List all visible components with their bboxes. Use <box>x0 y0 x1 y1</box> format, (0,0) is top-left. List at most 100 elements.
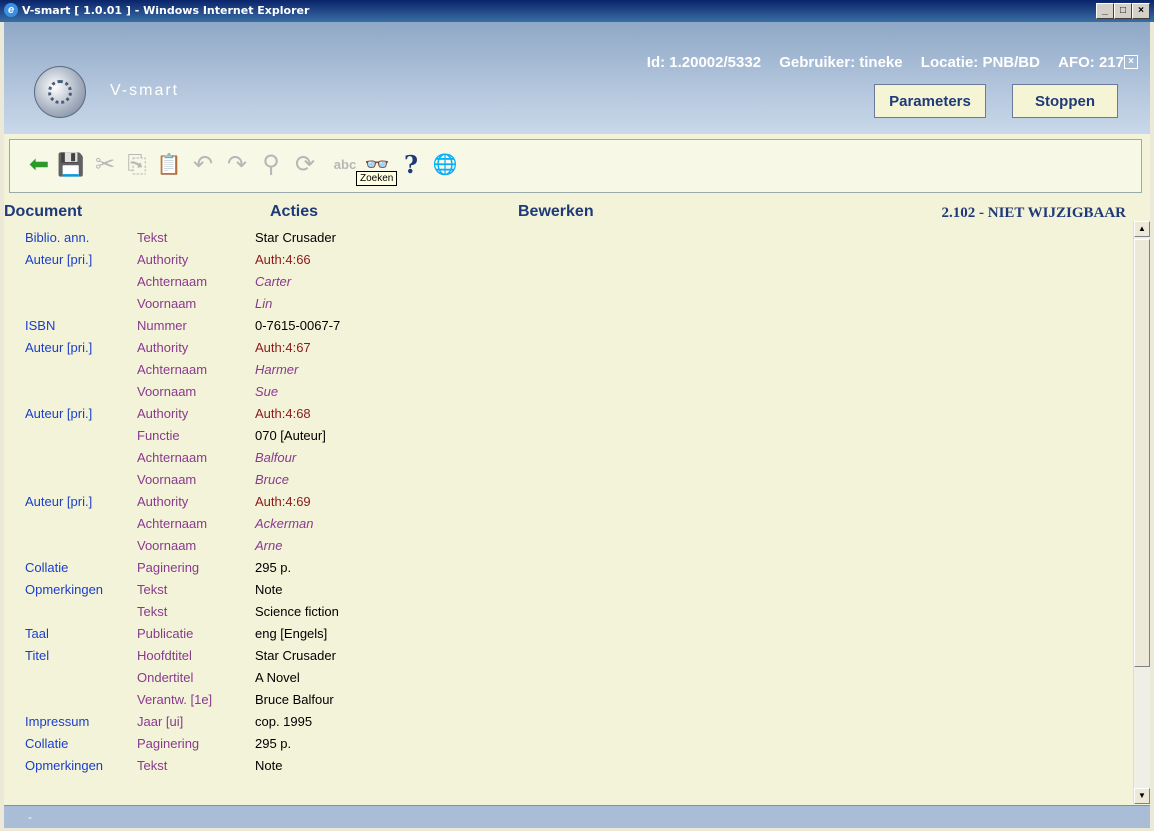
close-icon[interactable]: × <box>1124 55 1138 69</box>
subfield-name: Tekst <box>137 604 168 619</box>
field-value: Ackerman <box>255 516 314 531</box>
field-value[interactable]: Auth:4:68 <box>255 406 311 421</box>
field-name[interactable]: Opmerkingen <box>25 582 103 597</box>
subfield-name: Tekst <box>137 230 168 245</box>
column-edit[interactable]: Bewerken <box>518 203 594 221</box>
record-content: Biblio. ann. Tekst Star Crusader Auteur [pr… <box>4 224 1132 804</box>
binoculars-icon[interactable]: ⚲ <box>256 150 286 180</box>
field-name[interactable]: Biblio. ann. <box>25 230 89 245</box>
ie-icon: e <box>4 3 18 17</box>
paste-icon[interactable]: 📋 <box>154 150 184 180</box>
field-value: Balfour <box>255 450 297 465</box>
table-row[interactable]: Auteur [pri.] Authority Auth:4:68 <box>4 402 1132 424</box>
field-name[interactable]: Impressum <box>25 714 89 729</box>
app-frame: V-smart Id: 1.20002/5332 Gebruiker: tine… <box>4 22 1150 828</box>
location-info: Locatie: PNB/BD <box>920 54 1040 71</box>
field-value: Carter <box>255 274 292 289</box>
table-row[interactable]: Voornaam Lin <box>4 292 1132 314</box>
user-info: Gebruiker: tineke <box>779 54 903 71</box>
table-row[interactable]: Biblio. ann. Tekst Star Crusader <box>4 226 1132 248</box>
field-name[interactable]: Auteur [pri.] <box>25 340 92 355</box>
status-text: - <box>28 810 32 824</box>
help-icon[interactable]: ? <box>396 150 426 180</box>
table-row[interactable]: Achternaam Carter <box>4 270 1132 292</box>
field-name[interactable]: Auteur [pri.] <box>25 406 92 421</box>
subfield-name: Achternaam <box>137 274 208 289</box>
refresh-icon[interactable]: ⟳ <box>290 150 320 180</box>
field-value: Lin <box>255 296 273 311</box>
table-row[interactable]: Opmerkingen Tekst Note <box>4 754 1132 776</box>
tooltip: Zoeken <box>356 171 398 186</box>
table-row[interactable]: ISBN Nummer 0-7615-0067-7 <box>4 314 1132 336</box>
field-name[interactable]: Titel <box>25 648 49 663</box>
field-value: Harmer <box>255 362 299 377</box>
table-row[interactable]: Tekst Science fiction <box>4 600 1132 622</box>
status-label: 2.102 - NIET WIJZIGBAAR <box>941 205 1126 221</box>
search-globe-icon[interactable]: 🌐 <box>430 150 460 180</box>
field-value: A Novel <box>255 670 300 685</box>
field-name[interactable]: Taal <box>25 626 49 641</box>
subfield-name: Functie <box>137 428 180 443</box>
subfield-name: Verantw. [1e] <box>137 692 213 707</box>
close-window-button[interactable]: × <box>1132 3 1150 19</box>
subfield-name: Hoofdtitel <box>137 648 192 663</box>
stop-button[interactable]: Stoppen <box>1012 84 1118 118</box>
table-row[interactable]: Achternaam Ackerman <box>4 512 1132 534</box>
save-icon[interactable]: 💾 <box>56 150 86 180</box>
maximize-button[interactable]: □ <box>1114 3 1132 19</box>
table-row[interactable]: Auteur [pri.] Authority Auth:4:66 <box>4 248 1132 270</box>
column-document[interactable]: Document <box>4 203 82 221</box>
subfield-name: Tekst <box>137 582 168 597</box>
scroll-down-icon[interactable]: ▼ <box>1134 788 1150 804</box>
back-arrow-icon[interactable]: ⬅ <box>24 150 54 180</box>
column-actions[interactable]: Acties <box>270 203 318 221</box>
field-name[interactable]: Auteur [pri.] <box>25 494 92 509</box>
field-name[interactable]: Auteur [pri.] <box>25 252 92 267</box>
table-row[interactable]: Voornaam Arne <box>4 534 1132 556</box>
cut-icon[interactable]: ✂ <box>90 150 120 180</box>
vertical-scrollbar[interactable]: ▲ ▼ <box>1133 221 1150 804</box>
subfield-name: Achternaam <box>137 516 208 531</box>
field-name[interactable]: Collatie <box>25 560 68 575</box>
field-name[interactable]: Opmerkingen <box>25 758 103 773</box>
table-row[interactable]: Voornaam Bruce <box>4 468 1132 490</box>
table-row[interactable]: Titel Hoofdtitel Star Crusader <box>4 644 1132 666</box>
field-value: Star Crusader <box>255 230 336 245</box>
table-row[interactable]: Impressum Jaar [ui] cop. 1995 <box>4 710 1132 732</box>
subfield-name: Achternaam <box>137 450 208 465</box>
parameters-button[interactable]: Parameters <box>874 84 986 118</box>
subfield-name: Voornaam <box>137 538 197 553</box>
field-value[interactable]: Auth:4:66 <box>255 252 311 267</box>
table-row[interactable]: Functie 070 [Auteur] <box>4 424 1132 446</box>
table-row[interactable]: Taal Publicatie eng [Engels] <box>4 622 1132 644</box>
table-row[interactable]: Auteur [pri.] Authority Auth:4:69 <box>4 490 1132 512</box>
scroll-up-icon[interactable]: ▲ <box>1134 221 1150 237</box>
scroll-thumb[interactable] <box>1134 239 1150 667</box>
field-name[interactable]: Collatie <box>25 736 68 751</box>
subfield-name: Achternaam <box>137 362 208 377</box>
table-row[interactable]: Opmerkingen Tekst Note <box>4 578 1132 600</box>
subfield-name: Tekst <box>137 758 168 773</box>
field-value: Sue <box>255 384 279 399</box>
afo-info: AFO: 217 <box>1058 54 1124 71</box>
table-row[interactable]: Achternaam Balfour <box>4 446 1132 468</box>
table-row[interactable]: Collatie Paginering 295 p. <box>4 556 1132 578</box>
redo-icon[interactable]: ↷ <box>222 150 252 180</box>
undo-icon[interactable]: ↶ <box>188 150 218 180</box>
field-value: Star Crusader <box>255 648 336 663</box>
table-row[interactable]: Voornaam Sue <box>4 380 1132 402</box>
subfield-name: Authority <box>137 340 189 355</box>
subfield-name: Voornaam <box>137 472 197 487</box>
table-row[interactable]: Ondertitel A Novel <box>4 666 1132 688</box>
table-row[interactable]: Auteur [pri.] Authority Auth:4:67 <box>4 336 1132 358</box>
table-row[interactable]: Collatie Paginering 295 p. <box>4 732 1132 754</box>
minimize-button[interactable]: _ <box>1096 3 1114 19</box>
field-value: Bruce Balfour <box>255 692 334 707</box>
table-row[interactable]: Achternaam Harmer <box>4 358 1132 380</box>
copy-icon[interactable]: ⎘ <box>122 150 152 180</box>
field-value[interactable]: Auth:4:69 <box>255 494 311 509</box>
table-row[interactable]: Verantw. [1e] Bruce Balfour <box>4 688 1132 710</box>
field-name[interactable]: ISBN <box>25 318 55 333</box>
field-value: Note <box>255 758 283 773</box>
field-value[interactable]: Auth:4:67 <box>255 340 311 355</box>
